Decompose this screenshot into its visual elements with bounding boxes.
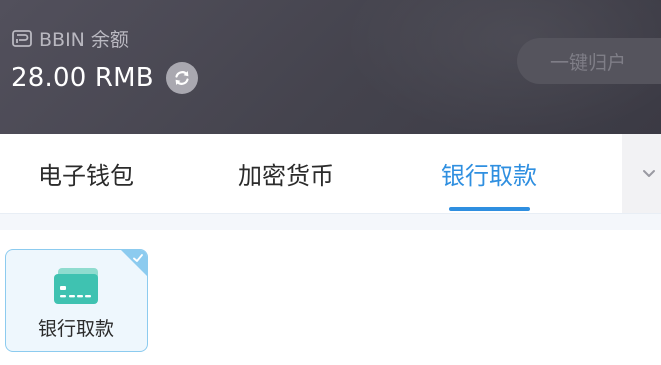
- panel-divider-strip: [0, 214, 661, 230]
- one-click-recall-button[interactable]: 一键归户: [517, 38, 661, 84]
- wallet-icon: [11, 27, 33, 49]
- tab-crypto[interactable]: 加密货币: [238, 134, 334, 213]
- tab-e-wallet[interactable]: 电子钱包: [38, 134, 134, 213]
- refresh-icon: [175, 71, 189, 85]
- check-icon: [133, 254, 143, 262]
- balance-label: BBIN 余额: [39, 28, 129, 51]
- active-tab-indicator: [449, 207, 530, 211]
- payment-method-label: 银行取款: [37, 318, 114, 340]
- tabs-more-button[interactable]: [622, 134, 661, 213]
- balance-amount: 28.00 RMB: [11, 63, 154, 93]
- payment-method-bank-card[interactable]: 银行取款: [5, 249, 148, 352]
- tab-bank-withdraw[interactable]: 银行取款: [441, 134, 537, 213]
- balance-amount-row: 28.00 RMB: [11, 60, 198, 96]
- bank-card-icon: [54, 268, 98, 304]
- balance-header: BBIN 余额 28.00 RMB 一键归户: [0, 0, 661, 134]
- chevron-down-icon: [643, 169, 655, 177]
- refresh-button[interactable]: [165, 62, 198, 94]
- withdraw-tabs: 电子钱包 加密货币 银行取款: [0, 134, 661, 214]
- balance-label-row: BBIN 余额: [11, 26, 129, 51]
